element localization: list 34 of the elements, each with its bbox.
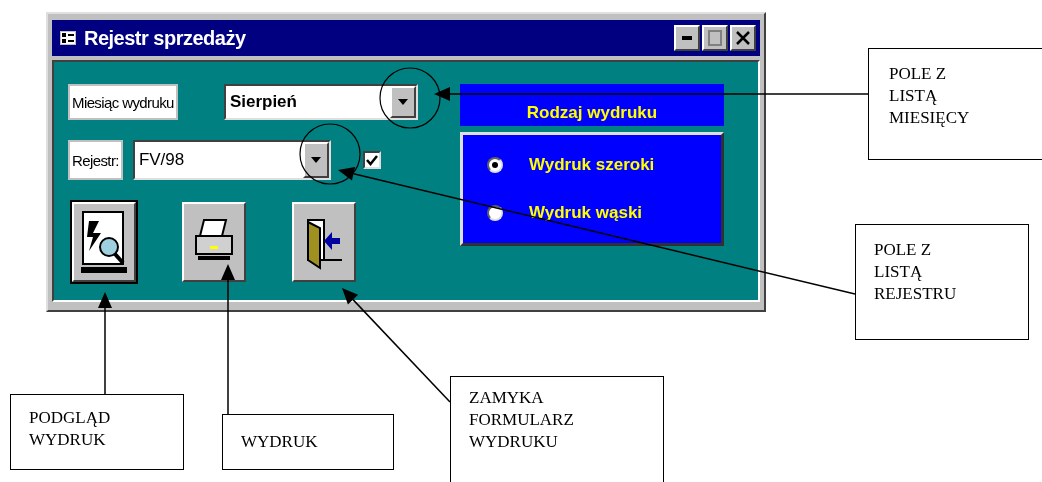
highlight-circle <box>299 123 361 185</box>
dropdown-button[interactable] <box>302 142 329 178</box>
checkmark-icon <box>365 154 378 166</box>
dropdown-button[interactable] <box>389 86 416 118</box>
dropdown-arrow-icon <box>397 99 408 105</box>
print-button[interactable] <box>182 202 246 282</box>
radio-button[interactable] <box>487 205 503 221</box>
minimize-button[interactable] <box>674 25 700 51</box>
radio-button[interactable] <box>487 157 503 173</box>
option-label[interactable]: Wydruk szeroki <box>529 155 655 175</box>
month-label: Miesiąc wydruku <box>68 84 178 120</box>
window-title: Rejestr sprzedaży <box>84 26 247 50</box>
register-label: Rejestr: <box>68 140 123 180</box>
callout-label: WYDRUK <box>222 414 394 470</box>
register-combo-box[interactable]: FV/98 <box>132 140 331 180</box>
close-icon <box>736 31 750 45</box>
checkbox[interactable] <box>362 151 381 169</box>
highlight-circle <box>379 67 441 129</box>
option-label[interactable]: Wydruk wąski <box>529 203 643 223</box>
print-preview-icon <box>79 209 129 275</box>
exit-button[interactable] <box>292 202 356 282</box>
callout-label: POLE Z LISTĄ REJESTRU <box>855 224 1029 340</box>
form-icon <box>60 31 76 45</box>
callout-label: POLE Z LISTĄ MIESIĘCY <box>868 48 1042 160</box>
preview-button[interactable] <box>72 202 136 282</box>
callout-label: ZAMYKA FORMULARZ WYDRUKU <box>450 376 664 482</box>
callout-label: PODGLĄD WYDRUK <box>10 394 184 470</box>
dropdown-arrow-icon <box>310 157 321 163</box>
group-title: Rodzaj wydruku <box>460 84 724 126</box>
maximize-icon <box>708 30 722 46</box>
close-button[interactable] <box>730 25 756 51</box>
month-combo-box[interactable]: Sierpień <box>223 84 418 120</box>
minimize-icon <box>682 36 692 40</box>
maximize-button[interactable] <box>702 25 728 51</box>
